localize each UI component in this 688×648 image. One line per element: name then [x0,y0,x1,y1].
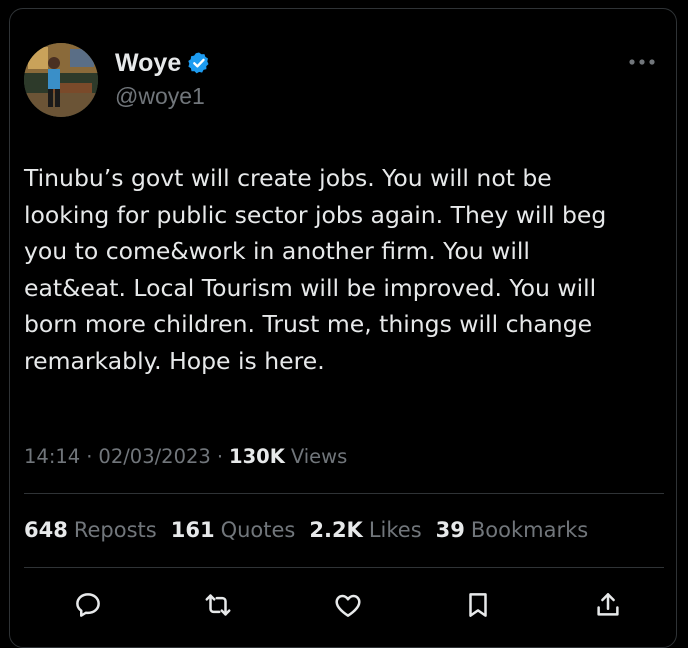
stat-count: 39 [435,518,465,542]
stat-bookmarks[interactable]: 39 Bookmarks [436,518,589,542]
display-name[interactable]: Woye [115,49,181,78]
action-bar [10,587,678,627]
name-row: Woye [115,47,211,79]
heart-icon[interactable] [330,587,366,623]
avatar-image [24,43,98,117]
repost-icon[interactable] [200,587,236,623]
stat-likes[interactable]: 2.2K Likes [309,518,421,542]
tweet-date[interactable]: 02/03/2023 [98,445,210,468]
tweet-meta: 14:14 · 02/03/2023 · 130K Views [24,445,347,468]
engagement-stats: 648 Reposts 161 Quotes 2.2K Likes 39 Boo… [24,518,602,542]
divider [24,493,664,494]
stat-quotes[interactable]: 161 Quotes [171,518,296,542]
reply-icon[interactable] [70,587,106,623]
stat-label: Reposts [73,518,157,542]
divider [24,567,664,568]
bookmark-icon[interactable] [460,587,496,623]
stat-label: Quotes [220,518,296,542]
meta-separator: · [216,445,224,468]
stat-label: Likes [368,518,422,542]
tweet-text: Tinubu’s govt will create jobs. You will… [24,164,607,375]
user-info: Woye @woye1 [115,47,211,110]
verified-badge-icon [187,51,211,75]
stat-count: 648 [24,518,68,542]
stat-count: 161 [170,518,215,542]
views-label: Views [290,445,348,468]
share-icon[interactable] [590,587,626,623]
avatar[interactable] [24,43,98,117]
more-dots-icon[interactable] [628,53,656,65]
tweet-time[interactable]: 14:14 [24,445,80,468]
user-handle[interactable]: @woye1 [115,83,211,110]
stat-count: 2.2K [309,518,363,542]
stat-label: Bookmarks [470,518,589,542]
stat-reposts[interactable]: 648 Reposts [24,518,157,542]
meta-separator: · [86,445,93,468]
tweet-card: Woye @woye1 Tinubu’s govt will create jo… [9,8,677,648]
views-count: 130K [229,445,285,468]
